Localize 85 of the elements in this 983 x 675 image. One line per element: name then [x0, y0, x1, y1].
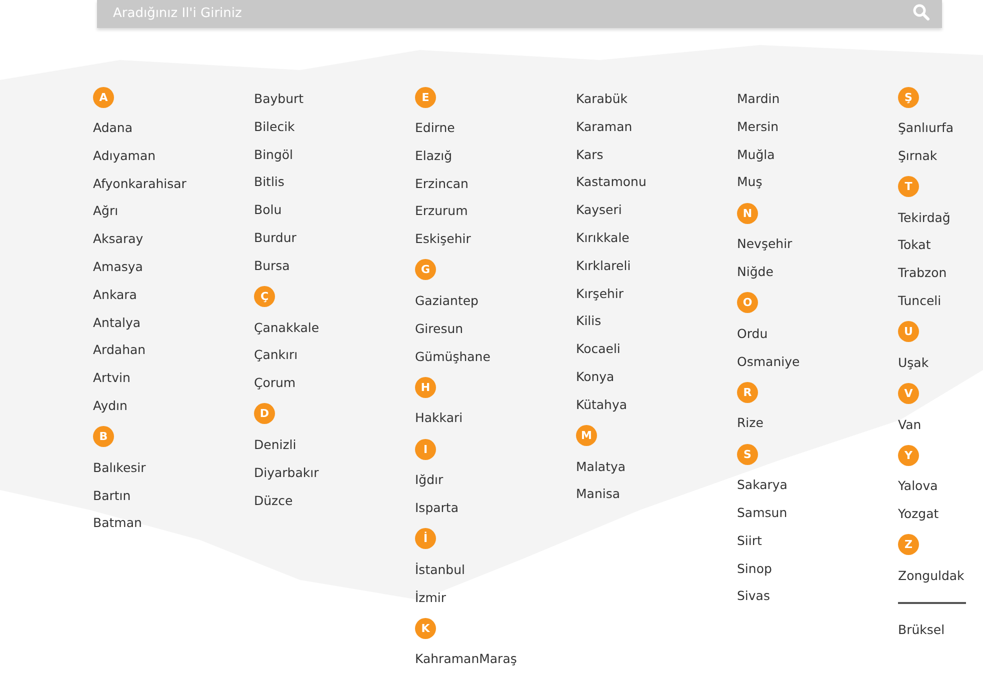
city-link[interactable]: Hakkari: [415, 404, 576, 432]
city-link[interactable]: Şırnak: [898, 142, 983, 170]
city-link[interactable]: Ordu: [737, 320, 898, 348]
city-link[interactable]: Aydın: [93, 392, 254, 420]
city-link[interactable]: Batman: [93, 509, 254, 538]
city-link[interactable]: Osmaniye: [737, 348, 898, 376]
city-link[interactable]: Bayburt: [254, 85, 415, 113]
city-link[interactable]: Denizli: [254, 430, 415, 459]
city-link[interactable]: Nevşehir: [737, 230, 898, 258]
city-link[interactable]: Tekirdağ: [898, 204, 983, 232]
city-link[interactable]: Karabük: [576, 85, 737, 113]
city-link[interactable]: Balıkesir: [93, 454, 254, 482]
city-link[interactable]: Tunceli: [898, 286, 983, 315]
city-link[interactable]: Uşak: [898, 348, 983, 377]
city-link[interactable]: Karaman: [576, 112, 737, 141]
city-link[interactable]: Antalya: [93, 308, 254, 336]
city-link[interactable]: Giresun: [415, 314, 576, 343]
city-link[interactable]: Bartın: [93, 482, 254, 510]
city-link[interactable]: Yalova: [898, 472, 983, 500]
city-link[interactable]: Elazığ: [415, 142, 576, 170]
city-link[interactable]: Zonguldak: [898, 562, 983, 590]
city-link[interactable]: Çorum: [254, 369, 415, 397]
city-link[interactable]: Manisa: [576, 480, 737, 508]
city-link[interactable]: Ağrı: [93, 197, 254, 226]
city-link[interactable]: Ardahan: [93, 336, 254, 364]
city-link[interactable]: Erzurum: [415, 197, 576, 226]
city-link[interactable]: Burdur: [254, 224, 415, 252]
city-link[interactable]: Erzincan: [415, 170, 576, 198]
city-link[interactable]: Malatya: [576, 452, 737, 480]
city-link[interactable]: Artvin: [93, 364, 254, 392]
city-link[interactable]: Kütahya: [576, 390, 737, 419]
city-link[interactable]: Adana: [93, 114, 254, 142]
city-link[interactable]: Konya: [576, 362, 737, 391]
city-link[interactable]: Kırklareli: [576, 252, 737, 280]
city-link[interactable]: Van: [898, 410, 983, 438]
city-link[interactable]: Rize: [737, 409, 898, 438]
city-link[interactable]: Afyonkarahisar: [93, 170, 254, 198]
city-link[interactable]: Şanlıurfa: [898, 114, 983, 142]
city-link[interactable]: Gümüşhane: [415, 342, 576, 370]
city-link[interactable]: Muş: [737, 168, 898, 196]
city-link[interactable]: Kayseri: [576, 196, 737, 224]
city-link[interactable]: Yozgat: [898, 500, 983, 528]
letter-badge: Z: [898, 534, 919, 556]
letter-badge: K: [415, 618, 436, 639]
city-link[interactable]: Isparta: [415, 494, 576, 522]
city-link[interactable]: Samsun: [737, 498, 898, 527]
city-link[interactable]: Ankara: [93, 280, 254, 309]
city-link[interactable]: Brüksel: [898, 616, 983, 644]
city-link[interactable]: Bilecik: [254, 112, 415, 141]
city-link[interactable]: Iğdır: [415, 466, 576, 494]
city-link[interactable]: Tokat: [898, 231, 983, 260]
city-link[interactable]: Çanakkale: [254, 314, 415, 342]
city-link[interactable]: Diyarbakır: [254, 458, 415, 487]
city-link[interactable]: Kilis: [576, 307, 737, 336]
city-link[interactable]: Kırıkkale: [576, 224, 737, 252]
city-link[interactable]: Mardin: [737, 85, 898, 113]
city-link[interactable]: Amasya: [93, 252, 254, 281]
search-icon[interactable]: [912, 3, 930, 21]
city-link[interactable]: Siirt: [737, 526, 898, 555]
city-link[interactable]: Gaziantep: [415, 286, 576, 315]
city-link[interactable]: Kırşehir: [576, 280, 737, 308]
city-link[interactable]: Kocaeli: [576, 335, 737, 363]
city-link[interactable]: Kars: [576, 140, 737, 168]
city-link[interactable]: İstanbul: [415, 556, 576, 584]
city-link[interactable]: Düzce: [254, 486, 415, 514]
city-link[interactable]: Muğla: [737, 140, 898, 168]
city-link[interactable]: Adıyaman: [93, 142, 254, 170]
city-link[interactable]: Edirne: [415, 114, 576, 142]
city-link[interactable]: Sinop: [737, 554, 898, 582]
city-link[interactable]: Bolu: [254, 196, 415, 224]
city-link[interactable]: Kastamonu: [576, 168, 737, 196]
city-link[interactable]: Sivas: [737, 582, 898, 610]
city-link[interactable]: Mersin: [737, 112, 898, 141]
letter-badge: Y: [898, 444, 919, 466]
city-link[interactable]: Bitlis: [254, 168, 415, 196]
city-link[interactable]: Niğde: [737, 258, 898, 286]
city-link[interactable]: Aksaray: [93, 225, 254, 253]
city-link[interactable]: Bursa: [254, 252, 415, 280]
city-link[interactable]: İzmir: [415, 584, 576, 612]
city-link[interactable]: Eskişehir: [415, 225, 576, 253]
city-link[interactable]: Bingöl: [254, 140, 415, 168]
city-link[interactable]: Trabzon: [898, 259, 983, 287]
city-link[interactable]: Sakarya: [737, 471, 898, 499]
city-link[interactable]: KahramanMaraş: [415, 645, 576, 674]
city-link[interactable]: Çankırı: [254, 341, 415, 370]
